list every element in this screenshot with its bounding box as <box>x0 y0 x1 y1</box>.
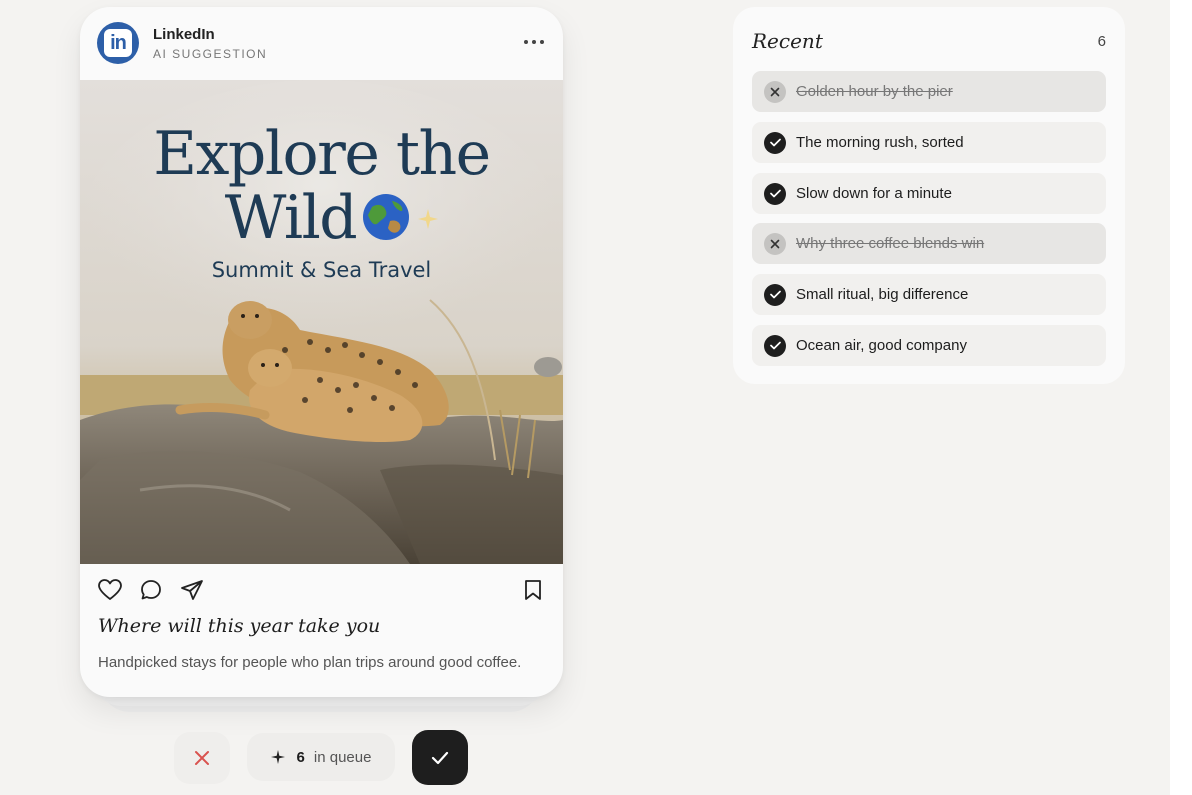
recent-item[interactable]: The morning rush, sorted <box>752 122 1106 163</box>
post-actions <box>80 564 563 614</box>
account-name: LinkedIn <box>153 26 215 43</box>
recent-item[interactable]: Ocean air, good company <box>752 325 1106 366</box>
sparkle-icon <box>270 750 285 764</box>
like-button[interactable] <box>97 577 123 603</box>
recent-item-label: Why three coffee blends win <box>796 235 985 252</box>
rejected-icon <box>764 232 786 255</box>
heart-icon <box>98 579 122 600</box>
queue-count: 6 <box>296 748 305 766</box>
recent-count: 6 <box>1097 33 1106 50</box>
image-headline-line2: Wild <box>80 186 563 250</box>
window-edge <box>1170 0 1192 795</box>
image-subtitle: Summit & Sea Travel <box>211 258 432 282</box>
recent-item[interactable]: Small ritual, big difference <box>752 274 1106 315</box>
image-headline-word: Wild <box>224 183 358 253</box>
share-button[interactable] <box>179 577 205 603</box>
linkedin-logo-icon: in <box>104 29 132 57</box>
approved-icon <box>764 182 786 205</box>
image-headline-line1: Explore the <box>153 119 491 189</box>
comment-button[interactable] <box>138 577 164 603</box>
linkedin-avatar: in <box>97 22 139 64</box>
recent-item-label: Slow down for a minute <box>796 185 952 202</box>
bookmark-icon <box>525 580 541 600</box>
account-subtitle: AI SUGGESTION <box>153 47 268 61</box>
approved-icon <box>764 131 786 154</box>
recent-item[interactable]: Why three coffee blends win <box>752 223 1106 264</box>
queue-indicator: 6 in queue <box>247 733 395 781</box>
recent-panel: Recent 6 Golden hour by the pier The mor… <box>733 7 1125 384</box>
post-preview-card: in LinkedIn AI SUGGESTION Explore the Wi… <box>80 7 563 697</box>
globe-icon <box>363 194 409 240</box>
recent-item-label: Small ritual, big difference <box>796 286 969 303</box>
recent-item[interactable]: Slow down for a minute <box>752 173 1106 214</box>
reject-button[interactable] <box>174 732 230 784</box>
rejected-icon <box>764 80 786 103</box>
send-icon <box>181 580 203 600</box>
approved-icon <box>764 283 786 306</box>
comment-icon <box>141 580 161 600</box>
recent-item-label: Golden hour by the pier <box>796 83 953 100</box>
check-icon <box>431 751 449 764</box>
recent-title: Recent <box>752 29 823 53</box>
caption-body: Handpicked stays for people who plan tri… <box>98 654 522 671</box>
more-dots-icon <box>524 40 544 44</box>
recent-item-label: Ocean air, good company <box>796 337 967 354</box>
post-header: in LinkedIn AI SUGGESTION <box>80 7 563 80</box>
recent-item-label: The morning rush, sorted <box>796 134 964 151</box>
save-button[interactable] <box>520 577 546 603</box>
close-icon <box>195 751 209 765</box>
more-options-button[interactable] <box>520 31 548 53</box>
approved-icon <box>764 334 786 357</box>
queue-label: in queue <box>313 748 372 766</box>
recent-item[interactable]: Golden hour by the pier <box>752 71 1106 112</box>
approve-button[interactable] <box>412 730 468 785</box>
sparkle-icon <box>418 209 438 229</box>
caption-title: Where will this year take you <box>98 615 381 637</box>
post-image: Explore the Wild Summit & Sea Travel <box>80 80 563 564</box>
